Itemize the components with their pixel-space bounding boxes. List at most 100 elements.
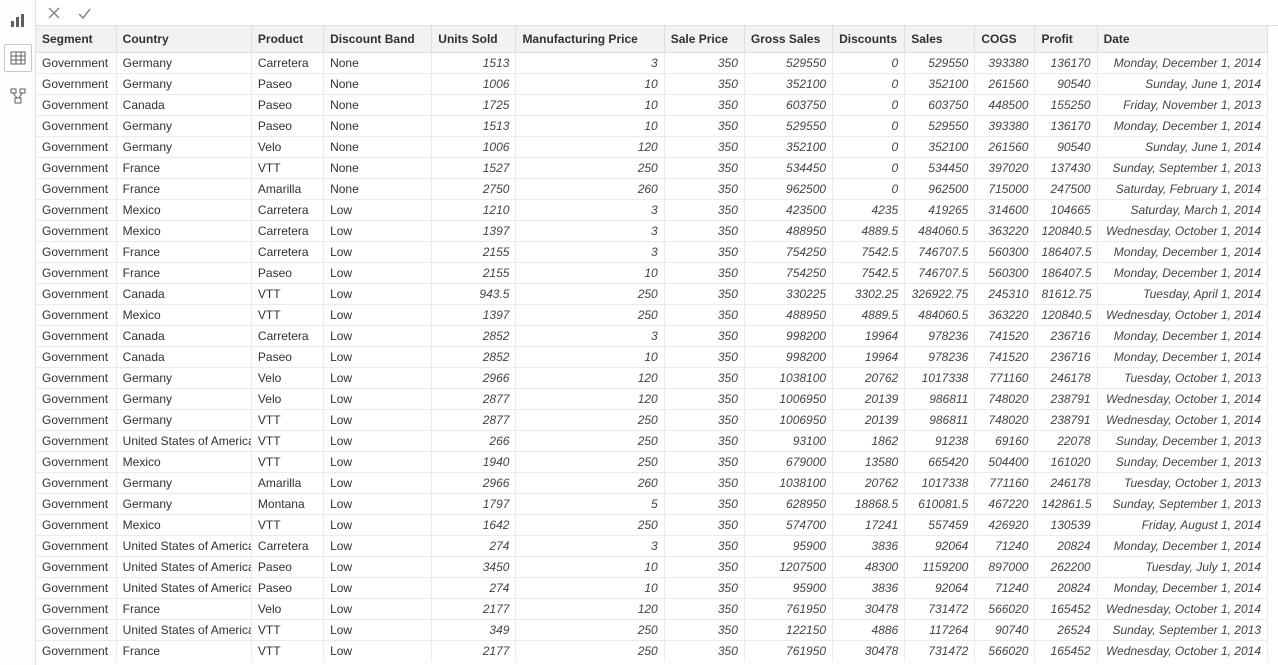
table-row[interactable]: GovernmentFranceCarreteraLow215533507542…: [36, 242, 1268, 263]
cell-gross_sales[interactable]: 1006950: [744, 389, 832, 410]
cell-cogs[interactable]: 261560: [975, 137, 1035, 158]
cell-sale_price[interactable]: 350: [664, 116, 744, 137]
cell-profit[interactable]: 142861.5: [1035, 494, 1097, 515]
cell-sale_price[interactable]: 350: [664, 620, 744, 641]
cell-country[interactable]: Mexico: [116, 452, 251, 473]
cell-cogs[interactable]: 448500: [975, 95, 1035, 116]
cell-sale_price[interactable]: 350: [664, 515, 744, 536]
cell-cogs[interactable]: 397020: [975, 158, 1035, 179]
cell-date[interactable]: Wednesday, October 1, 2014: [1097, 641, 1267, 662]
cell-discount_band[interactable]: Low: [324, 410, 432, 431]
cell-profit[interactable]: 26524: [1035, 620, 1097, 641]
cell-cogs[interactable]: 245310: [975, 284, 1035, 305]
cell-profit[interactable]: 238791: [1035, 389, 1097, 410]
cell-profit[interactable]: 81612.75: [1035, 284, 1097, 305]
cell-profit[interactable]: 90540: [1035, 137, 1097, 158]
cell-sales[interactable]: 352100: [905, 137, 975, 158]
cell-cogs[interactable]: 69160: [975, 431, 1035, 452]
cell-gross_sales[interactable]: 679000: [744, 452, 832, 473]
table-row[interactable]: GovernmentUnited States of AmericaPaseoL…: [36, 557, 1268, 578]
cell-segment[interactable]: Government: [36, 116, 116, 137]
cell-segment[interactable]: Government: [36, 158, 116, 179]
cell-sale_price[interactable]: 350: [664, 158, 744, 179]
cell-date[interactable]: Monday, December 1, 2014: [1097, 53, 1267, 74]
cell-gross_sales[interactable]: 1038100: [744, 473, 832, 494]
cell-product[interactable]: Paseo: [251, 116, 323, 137]
cell-date[interactable]: Tuesday, April 1, 2014: [1097, 284, 1267, 305]
cell-units_sold[interactable]: 2966: [432, 368, 516, 389]
cell-cogs[interactable]: 771160: [975, 368, 1035, 389]
cell-product[interactable]: VTT: [251, 305, 323, 326]
cell-date[interactable]: Sunday, December 1, 2013: [1097, 452, 1267, 473]
cell-sales[interactable]: 978236: [905, 326, 975, 347]
cell-discounts[interactable]: 20139: [833, 410, 905, 431]
cell-country[interactable]: France: [116, 179, 251, 200]
cell-product[interactable]: VTT: [251, 431, 323, 452]
model-view-button[interactable]: [4, 82, 32, 110]
cell-segment[interactable]: Government: [36, 410, 116, 431]
cell-gross_sales[interactable]: 488950: [744, 221, 832, 242]
cell-mfg_price[interactable]: 260: [516, 179, 664, 200]
cell-product[interactable]: Paseo: [251, 74, 323, 95]
cell-units_sold[interactable]: 1397: [432, 305, 516, 326]
cell-segment[interactable]: Government: [36, 221, 116, 242]
cell-gross_sales[interactable]: 1207500: [744, 557, 832, 578]
table-row[interactable]: GovernmentGermanyAmarillaLow296626035010…: [36, 473, 1268, 494]
cell-cogs[interactable]: 741520: [975, 347, 1035, 368]
cell-mfg_price[interactable]: 3: [516, 221, 664, 242]
cell-gross_sales[interactable]: 761950: [744, 641, 832, 662]
cell-cogs[interactable]: 748020: [975, 389, 1035, 410]
cell-segment[interactable]: Government: [36, 242, 116, 263]
column-header-discount_band[interactable]: Discount Band: [324, 26, 432, 53]
cell-profit[interactable]: 262200: [1035, 557, 1097, 578]
cell-sale_price[interactable]: 350: [664, 536, 744, 557]
cell-mfg_price[interactable]: 10: [516, 263, 664, 284]
cell-country[interactable]: United States of America: [116, 536, 251, 557]
cell-cogs[interactable]: 560300: [975, 242, 1035, 263]
table-row[interactable]: GovernmentMexicoVTTLow164225035057470017…: [36, 515, 1268, 536]
cell-segment[interactable]: Government: [36, 284, 116, 305]
cell-profit[interactable]: 236716: [1035, 326, 1097, 347]
cell-sale_price[interactable]: 350: [664, 389, 744, 410]
cell-product[interactable]: Velo: [251, 137, 323, 158]
cell-country[interactable]: Germany: [116, 116, 251, 137]
cell-profit[interactable]: 161020: [1035, 452, 1097, 473]
cell-mfg_price[interactable]: 3: [516, 242, 664, 263]
cell-product[interactable]: Amarilla: [251, 473, 323, 494]
cell-units_sold[interactable]: 2155: [432, 263, 516, 284]
cell-sale_price[interactable]: 350: [664, 95, 744, 116]
cell-gross_sales[interactable]: 628950: [744, 494, 832, 515]
cell-mfg_price[interactable]: 250: [516, 515, 664, 536]
cell-country[interactable]: France: [116, 641, 251, 662]
cell-profit[interactable]: 247500: [1035, 179, 1097, 200]
cell-country[interactable]: Canada: [116, 347, 251, 368]
cell-country[interactable]: Germany: [116, 410, 251, 431]
cell-sales[interactable]: 1017338: [905, 473, 975, 494]
cell-sales[interactable]: 557459: [905, 515, 975, 536]
cell-cogs[interactable]: 897000: [975, 557, 1035, 578]
cell-discounts[interactable]: 3836: [833, 578, 905, 599]
table-row[interactable]: GovernmentMexicoCarreteraLow139733504889…: [36, 221, 1268, 242]
cell-date[interactable]: Tuesday, October 1, 2013: [1097, 368, 1267, 389]
cell-profit[interactable]: 246178: [1035, 473, 1097, 494]
cell-country[interactable]: United States of America: [116, 620, 251, 641]
cell-discount_band[interactable]: Low: [324, 557, 432, 578]
cell-country[interactable]: United States of America: [116, 557, 251, 578]
cell-cogs[interactable]: 314600: [975, 200, 1035, 221]
column-header-date[interactable]: Date: [1097, 26, 1267, 53]
cell-gross_sales[interactable]: 603750: [744, 95, 832, 116]
column-header-segment[interactable]: Segment: [36, 26, 116, 53]
cell-sales[interactable]: 529550: [905, 116, 975, 137]
cell-sale_price[interactable]: 350: [664, 221, 744, 242]
cell-discount_band[interactable]: None: [324, 137, 432, 158]
cell-country[interactable]: Mexico: [116, 221, 251, 242]
cell-cogs[interactable]: 771160: [975, 473, 1035, 494]
cell-date[interactable]: Sunday, December 1, 2013: [1097, 431, 1267, 452]
cell-sale_price[interactable]: 350: [664, 326, 744, 347]
cell-units_sold[interactable]: 1940: [432, 452, 516, 473]
cell-date[interactable]: Monday, December 1, 2014: [1097, 263, 1267, 284]
cell-country[interactable]: Germany: [116, 137, 251, 158]
cell-sales[interactable]: 746707.5: [905, 242, 975, 263]
cell-profit[interactable]: 236716: [1035, 347, 1097, 368]
cell-date[interactable]: Monday, December 1, 2014: [1097, 347, 1267, 368]
